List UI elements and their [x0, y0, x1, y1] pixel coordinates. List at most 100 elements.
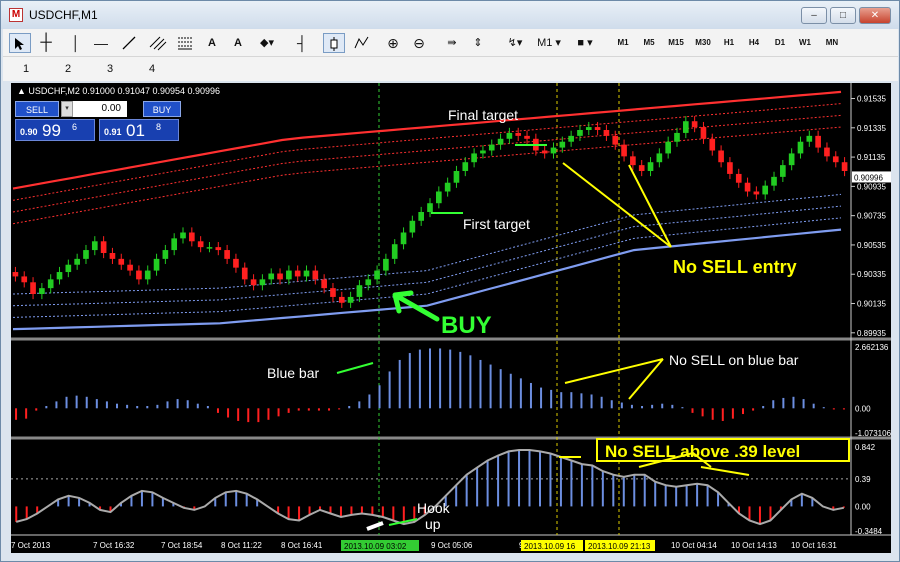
time-label: 8 Oct 16:41 [281, 541, 323, 550]
price-tick-label: 0.91135 [857, 153, 886, 162]
tf-h1[interactable]: H1 [719, 33, 739, 53]
candle-body [727, 162, 733, 174]
subbar-item-4[interactable]: 4 [149, 63, 155, 75]
subbar-item-2[interactable]: 2 [65, 63, 71, 75]
tf-mn[interactable]: MN [821, 33, 843, 53]
candle-body [127, 264, 133, 271]
cursor-icon[interactable] [9, 33, 31, 53]
hist-tick-label: -1.073106 [855, 429, 891, 438]
tf-m1[interactable]: M1 [613, 33, 633, 53]
candle-body [259, 279, 266, 286]
trendline-icon[interactable] [119, 33, 139, 53]
candle-body [797, 141, 804, 154]
candle-body [277, 273, 283, 280]
maximize-button[interactable]: □ [830, 7, 856, 24]
candle-body [91, 241, 98, 251]
shapes-icon[interactable]: ◆▾ [255, 33, 279, 53]
candle-body [347, 296, 354, 303]
close-button[interactable]: ✕ [859, 7, 891, 24]
candle-body [286, 270, 292, 280]
text-icon[interactable]: A [203, 33, 221, 53]
sell-quote[interactable]: 0.90 99 6 [15, 119, 95, 141]
osc-tick-label: 0.00 [855, 502, 871, 511]
candle-body [294, 270, 301, 277]
candle-body [153, 258, 160, 271]
label-icon[interactable]: A [229, 33, 247, 53]
candle-body [841, 162, 848, 171]
candle-body [418, 212, 425, 221]
blue-bar-pointer [336, 362, 374, 374]
fibonacci-icon[interactable] [175, 33, 195, 53]
vertical-line-icon[interactable]: │ [67, 33, 85, 53]
sell-price-sup: 6 [72, 122, 78, 132]
candle-body [515, 132, 522, 136]
lot-spin-icon[interactable]: ▾ [61, 101, 73, 117]
chart-canvas[interactable]: ▲ USDCHF,M2 0.91000 0.91047 0.90954 0.90… [11, 83, 891, 553]
candle-body [162, 250, 169, 259]
arrow-up-icon[interactable]: ┤ [293, 33, 311, 53]
candle-body [488, 144, 495, 151]
time-label: 8 Oct 11:22 [221, 541, 262, 550]
candle-body [374, 270, 380, 280]
candle-body [30, 282, 36, 294]
time-label: 9 Oct 05:06 [431, 541, 473, 550]
candle-body [330, 288, 336, 297]
candle-body [524, 135, 530, 139]
candle-body [206, 247, 213, 249]
candle-body [224, 250, 230, 259]
candle-body [47, 279, 54, 289]
buy-quote[interactable]: 0.91 01 8 [99, 119, 179, 141]
candle-body [735, 173, 742, 183]
minimize-button[interactable]: – [801, 7, 827, 24]
time-label: 7 Oct 16:32 [93, 541, 135, 550]
candle-body [506, 132, 513, 139]
period-selector[interactable]: M1 ▾ [535, 33, 563, 53]
zoom-out-icon[interactable]: ⊖ [409, 33, 429, 53]
buy-button[interactable]: BUY [143, 101, 181, 117]
candle-body [444, 182, 451, 192]
candle-body [215, 247, 222, 251]
horizontal-line-icon[interactable]: — [91, 33, 111, 53]
price-tick-label: 0.90935 [857, 182, 886, 191]
period-icon[interactable]: ↯▾ [503, 33, 527, 53]
channel-icon[interactable] [147, 33, 169, 53]
sell-button[interactable]: SELL [15, 101, 59, 117]
chart-area[interactable]: ▲ USDCHF,M2 0.91000 0.91047 0.90954 0.90… [11, 83, 891, 553]
subbar-item-1[interactable]: 1 [23, 63, 29, 75]
time-highlight-label: 2013.10.09 21:13 [588, 542, 651, 551]
autoscroll-icon[interactable]: ⇕ [469, 33, 487, 53]
buy-price-big: 01 [126, 121, 145, 140]
tf-m5[interactable]: M5 [639, 33, 659, 53]
candle-body [709, 138, 716, 151]
candle-body [480, 150, 486, 154]
tf-d1[interactable]: D1 [770, 33, 790, 53]
template-icon[interactable]: ■ ▾ [569, 33, 601, 53]
scroll-icon[interactable]: ⇛ [443, 33, 461, 53]
time-highlight-label: 2013.10.09 16 [524, 542, 576, 551]
zoom-in-icon[interactable]: ⊕ [383, 33, 403, 53]
chart-mode-icon[interactable] [323, 33, 345, 53]
candle-body [691, 121, 698, 128]
time-label: 10 Oct 16:31 [791, 541, 837, 550]
candle-body [718, 150, 724, 163]
candle-body [171, 238, 178, 251]
candle-body [585, 127, 592, 130]
crosshair-icon[interactable]: ┼ [35, 33, 57, 53]
candle-body [356, 285, 363, 297]
subbar-item-3[interactable]: 3 [107, 63, 113, 75]
price-tick-label: 0.90335 [857, 270, 886, 279]
tf-m30[interactable]: M30 [691, 33, 715, 53]
tf-w1[interactable]: W1 [795, 33, 815, 53]
tf-m15[interactable]: M15 [664, 33, 688, 53]
candle-body [824, 147, 830, 157]
upper-band-inner-line [12, 126, 842, 225]
indicator-icon[interactable] [353, 33, 371, 53]
price-tick-label: 0.91335 [857, 124, 886, 133]
candle-body [497, 138, 504, 145]
price-tick-label: 0.91535 [857, 95, 886, 104]
current-price-label: 0.90996 [854, 173, 883, 182]
candle-body [312, 270, 319, 280]
tf-h4[interactable]: H4 [744, 33, 764, 53]
buy-price-sup: 8 [156, 122, 162, 132]
candle-body [682, 121, 689, 133]
